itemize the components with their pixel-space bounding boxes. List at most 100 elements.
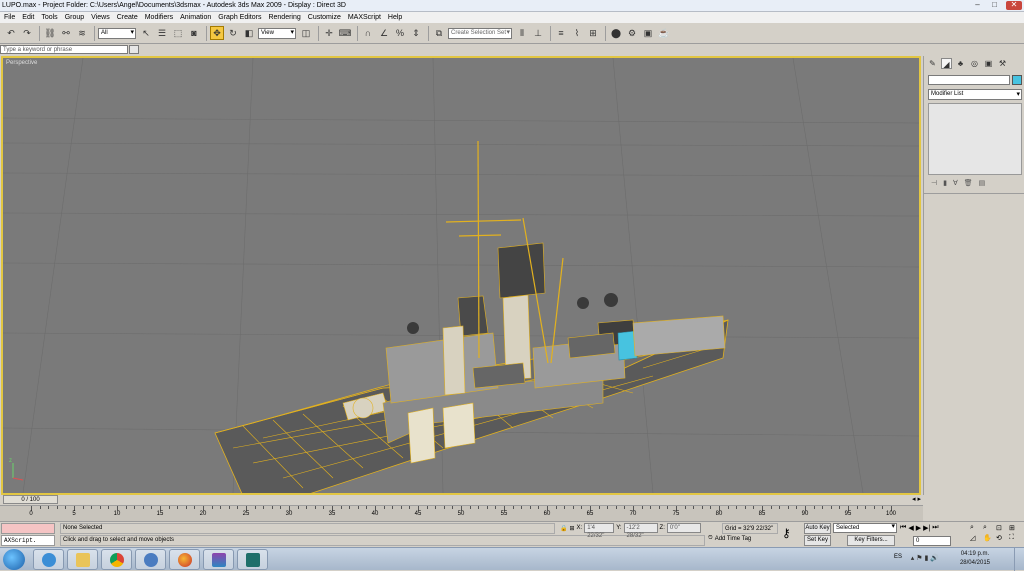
y-coordinate-field[interactable]: -12'2 28/32" — [623, 523, 658, 539]
create-tab-icon[interactable]: ✎ — [927, 58, 938, 69]
start-button-icon[interactable] — [3, 549, 25, 570]
undo-icon[interactable]: ↶ — [4, 26, 18, 40]
maxscript-listener-macro[interactable] — [1, 523, 55, 534]
percent-snap-icon[interactable]: % — [393, 26, 407, 40]
time-slider-knob[interactable]: 0 / 100 — [3, 495, 58, 504]
maxscript-listener-input[interactable]: AXScript. — [1, 535, 55, 546]
menu-help[interactable]: Help — [388, 14, 402, 21]
z-coordinate-field[interactable]: 0'0" — [666, 523, 701, 533]
key-icon[interactable]: ⚷ — [782, 526, 791, 540]
hierarchy-tab-icon[interactable]: ♣ — [955, 58, 966, 69]
menu-animation[interactable]: Animation — [180, 14, 211, 21]
select-object-icon[interactable]: ↖ — [139, 26, 153, 40]
maximize-viewport-icon[interactable]: ⛶ — [1009, 534, 1020, 542]
x-coordinate-field[interactable]: 1'4 22/32" — [584, 523, 615, 539]
maximize-button[interactable]: □ — [989, 1, 1000, 10]
window-crossing-icon[interactable]: ◙ — [187, 26, 201, 40]
redo-icon[interactable]: ↷ — [20, 26, 34, 40]
menu-views[interactable]: Views — [91, 14, 110, 21]
zoom-all-icon[interactable]: ⌕ — [983, 524, 994, 532]
play-icon[interactable]: ▶ — [916, 524, 921, 532]
selection-filter-select[interactable]: All — [98, 27, 136, 39]
object-name-field[interactable] — [928, 75, 1010, 85]
field-of-view-icon[interactable]: ◿ — [970, 534, 981, 542]
track-bar[interactable]: 0 5 10 15 20 25 30 35 40 45 50 55 60 65 70 75 80 85 90 95 10… — [0, 505, 923, 521]
menu-edit[interactable]: Edit — [22, 14, 34, 21]
curve-editor-icon[interactable]: ⌇ — [570, 26, 584, 40]
zoom-icon[interactable]: ⌕ — [970, 524, 981, 532]
show-end-result-icon[interactable]: ▮ — [943, 179, 947, 187]
layer-manager-icon[interactable]: ≡ — [554, 26, 568, 40]
circle-app-task-icon[interactable] — [135, 549, 166, 570]
pan-icon[interactable]: ✋ — [983, 534, 994, 542]
modifier-stack[interactable] — [928, 103, 1022, 175]
menu-graph-editors[interactable]: Graph Editors — [218, 14, 261, 21]
remove-modifier-icon[interactable]: 🗑 — [964, 179, 973, 187]
keyboard-shortcut-override-icon[interactable]: ⌨ — [338, 26, 352, 40]
named-selection-sets-select[interactable]: Create Selection Set — [448, 27, 512, 39]
chrome-task-icon[interactable] — [101, 549, 132, 570]
rectangular-selection-icon[interactable]: ⬚ — [171, 26, 185, 40]
angle-snap-icon[interactable]: ∠ — [377, 26, 391, 40]
time-tag-icon[interactable]: ⏲ — [708, 535, 713, 542]
align-icon[interactable]: ⊥ — [531, 26, 545, 40]
go-to-start-icon[interactable]: ⏮ — [900, 524, 906, 532]
object-color-swatch[interactable] — [1012, 75, 1022, 85]
schematic-view-icon[interactable]: ⊞ — [586, 26, 600, 40]
internet-explorer-task-icon[interactable] — [33, 549, 64, 570]
material-editor-icon[interactable]: ⬤ — [609, 26, 623, 40]
edit-named-selections-icon[interactable]: ⧉ — [432, 26, 446, 40]
menu-create[interactable]: Create — [117, 14, 138, 21]
file-explorer-task-icon[interactable] — [67, 549, 98, 570]
search-input[interactable]: Type a keyword or phrase — [0, 45, 128, 54]
select-and-scale-icon[interactable]: ◧ — [242, 26, 256, 40]
clock[interactable]: 04:19 p.m. 28/04/2015 — [960, 550, 990, 568]
ship-model[interactable] — [214, 140, 729, 493]
render-setup-icon[interactable]: ⚙ — [625, 26, 639, 40]
previous-frame-icon[interactable]: ◀ — [908, 524, 913, 532]
menu-rendering[interactable]: Rendering — [268, 14, 300, 21]
set-key-button[interactable]: Set Key — [804, 535, 831, 546]
menu-customize[interactable]: Customize — [308, 14, 341, 21]
pin-stack-icon[interactable]: ⊣ — [931, 179, 937, 187]
link-icon[interactable]: ⛓ — [43, 26, 57, 40]
select-by-name-icon[interactable]: ☰ — [155, 26, 169, 40]
menu-file[interactable]: File — [4, 14, 15, 21]
winrar-task-icon[interactable] — [203, 549, 234, 570]
tray-icons[interactable]: ▴ ⚑ ▮ 🔊 — [911, 554, 939, 562]
select-and-manipulate-icon[interactable]: ✛ — [322, 26, 336, 40]
rendered-frame-window-icon[interactable]: ▣ — [641, 26, 655, 40]
minimize-button[interactable]: – — [972, 1, 983, 10]
auto-key-button[interactable]: Auto Key — [804, 523, 831, 534]
menu-maxscript[interactable]: MAXScript — [348, 14, 381, 21]
search-button[interactable] — [129, 45, 139, 54]
close-button[interactable]: ✕ — [1006, 1, 1022, 10]
time-slider[interactable]: 0 / 100 ◂ ▸ — [0, 495, 923, 505]
key-filters-button[interactable]: Key Filters... — [847, 535, 895, 546]
orbit-icon[interactable]: ⟲ — [996, 534, 1007, 542]
display-tab-icon[interactable]: ▣ — [983, 58, 994, 69]
zoom-extents-icon[interactable]: ⊡ — [996, 524, 1007, 532]
key-selection-select[interactable]: Selected — [833, 523, 897, 533]
menu-tools[interactable]: Tools — [41, 14, 57, 21]
absolute-mode-icon[interactable]: ⊞ — [569, 525, 574, 532]
perspective-viewport[interactable]: Perspective z — [1, 56, 921, 495]
mirror-icon[interactable]: ⫴ — [515, 26, 529, 40]
time-tag[interactable]: ⏲ Add Time Tag — [708, 535, 751, 542]
select-and-rotate-icon[interactable]: ↻ — [226, 26, 240, 40]
configure-modifier-sets-icon[interactable]: ▤ — [979, 179, 986, 187]
make-unique-icon[interactable]: ∀ — [953, 179, 958, 187]
zoom-extents-all-icon[interactable]: ⊞ — [1009, 524, 1020, 532]
unlink-icon[interactable]: ⚯ — [59, 26, 73, 40]
spinner-snap-icon[interactable]: ⇕ — [409, 26, 423, 40]
language-indicator[interactable]: ES — [894, 554, 902, 560]
select-and-move-icon[interactable]: ✥ — [210, 26, 224, 40]
add-time-tag-label[interactable]: Add Time Tag — [715, 536, 752, 542]
menu-modifiers[interactable]: Modifiers — [145, 14, 173, 21]
modifier-list-select[interactable]: Modifier List — [928, 89, 1022, 100]
render-production-icon[interactable]: ☕ — [657, 26, 671, 40]
selection-lock-icon[interactable]: 🔒 — [560, 525, 567, 532]
3ds-max-task-icon[interactable] — [237, 549, 268, 570]
show-desktop-button[interactable] — [1014, 548, 1024, 571]
time-slider-arrows[interactable]: ◂ ▸ — [912, 495, 921, 503]
